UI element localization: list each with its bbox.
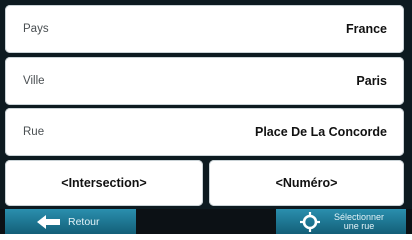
arrow-left-icon	[37, 214, 60, 229]
select-street-label: Sélectionner une rue	[328, 212, 390, 231]
city-field[interactable]: Ville Paris	[5, 57, 404, 105]
country-value: France	[346, 22, 387, 36]
select-street-button[interactable]: Sélectionner une rue	[276, 209, 406, 234]
crosshair-icon	[300, 211, 320, 232]
country-field[interactable]: Pays France	[5, 5, 404, 53]
house-number-button-label: <Numéro>	[275, 176, 338, 190]
country-label: Pays	[23, 23, 49, 35]
back-button-label: Retour	[68, 215, 100, 228]
back-button[interactable]: Retour	[5, 209, 136, 234]
select-street-label-line2: une rue	[343, 220, 375, 231]
street-value: Place De La Concorde	[255, 125, 387, 139]
street-label: Rue	[23, 126, 45, 138]
city-label: Ville	[23, 75, 45, 87]
address-entry-screen: Pays France Ville Paris Rue Place De La …	[0, 0, 412, 234]
intersection-button-label: <Intersection>	[61, 176, 147, 190]
house-number-button[interactable]: <Numéro>	[209, 160, 404, 206]
intersection-button[interactable]: <Intersection>	[5, 160, 203, 206]
city-value: Paris	[356, 74, 387, 88]
street-field[interactable]: Rue Place De La Concorde	[5, 108, 404, 156]
